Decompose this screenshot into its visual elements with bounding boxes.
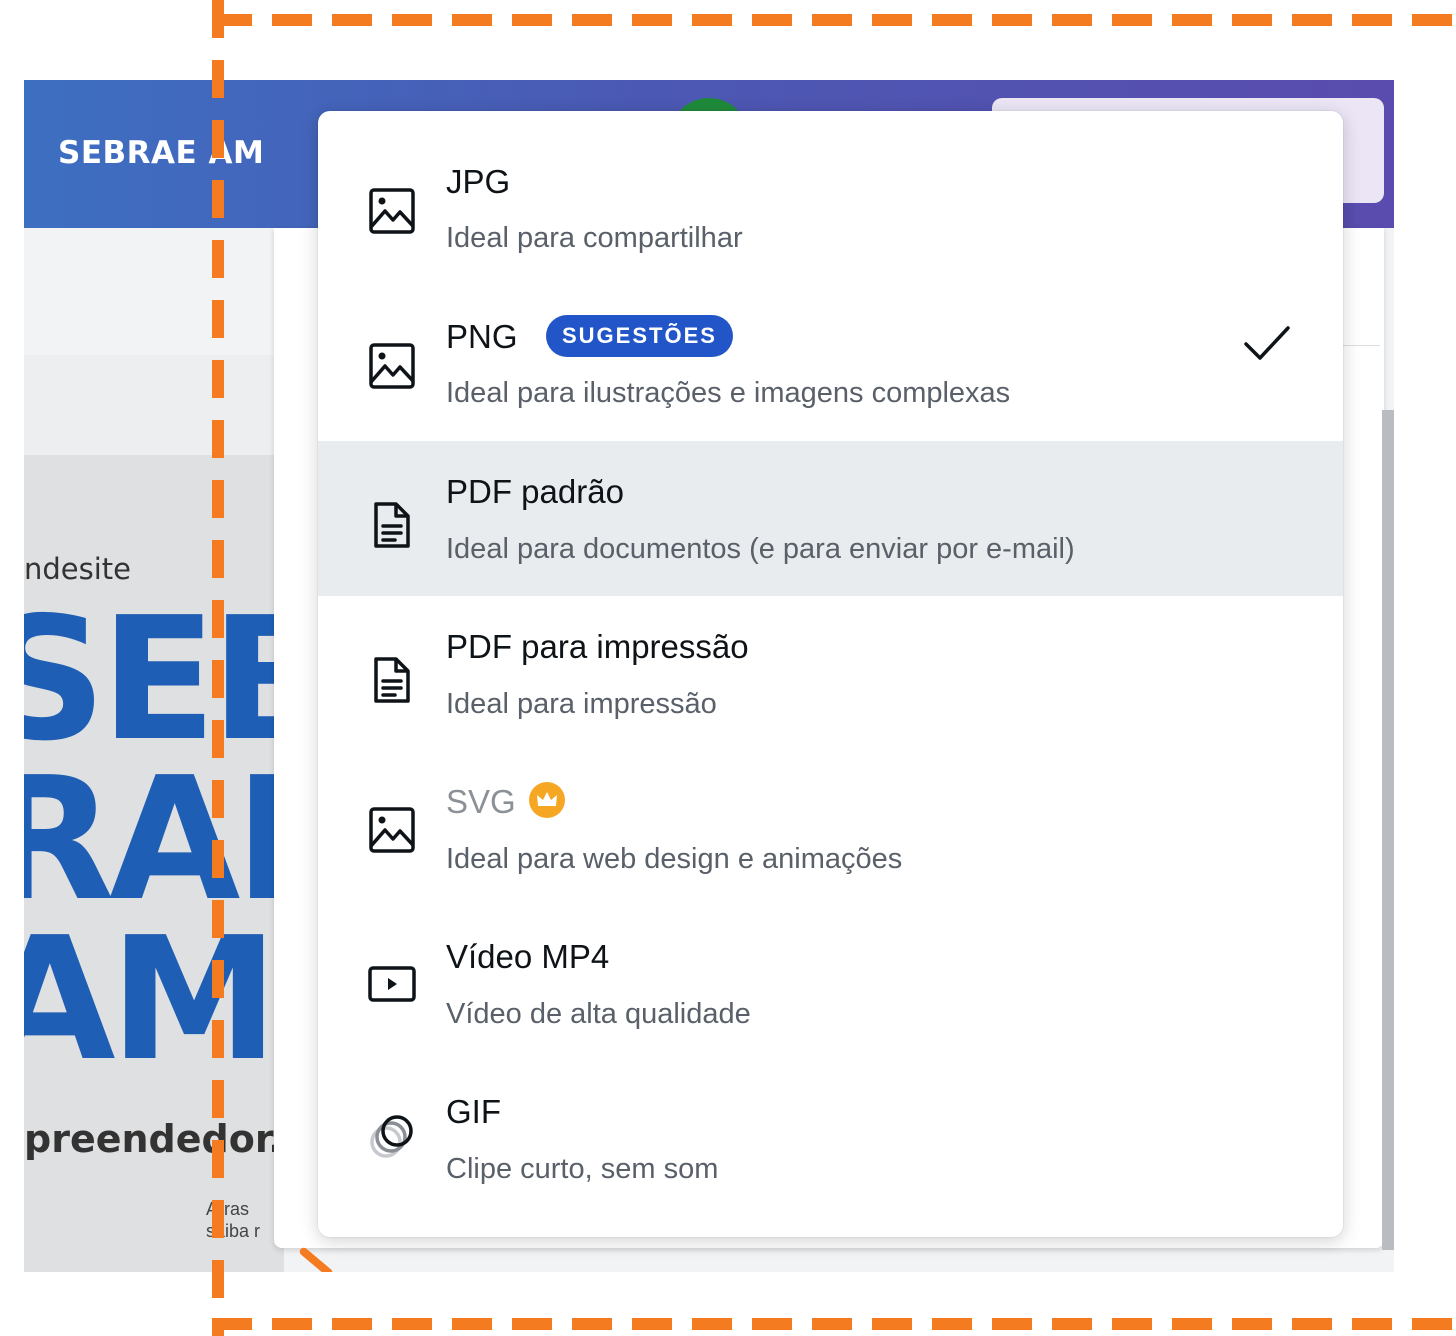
option-description: Ideal para ilustrações e imagens complex… bbox=[446, 377, 1011, 409]
image-icon bbox=[366, 804, 418, 856]
option-title: PDF padrão bbox=[446, 473, 624, 510]
image-icon bbox=[366, 185, 418, 237]
file-type-menu: JPG Ideal para compartilhar PNG SUGESTÕE… bbox=[318, 111, 1343, 1237]
option-description: Clipe curto, sem som bbox=[446, 1153, 719, 1185]
document-icon bbox=[366, 499, 418, 551]
file-type-option-png[interactable]: PNG SUGESTÕES Ideal para ilustrações e i… bbox=[318, 266, 1343, 421]
crown-icon bbox=[529, 782, 565, 818]
video-play-icon bbox=[366, 958, 418, 1010]
option-title: PDF para impressão bbox=[446, 628, 749, 665]
file-type-option-pdf-standard[interactable]: PDF padrão Ideal para documentos (e para… bbox=[318, 441, 1343, 596]
option-title: PNG bbox=[446, 318, 518, 355]
image-icon bbox=[366, 340, 418, 392]
option-title: JPG bbox=[446, 163, 511, 200]
option-description: Ideal para web design e animações bbox=[446, 843, 903, 875]
gif-circles-icon bbox=[366, 1110, 418, 1162]
highlight-border-top bbox=[212, 14, 1456, 26]
file-type-option-jpg[interactable]: JPG Ideal para compartilhar bbox=[318, 111, 1343, 266]
document-icon bbox=[366, 654, 418, 706]
option-description: Ideal para impressão bbox=[446, 688, 717, 720]
option-title: GIF bbox=[446, 1093, 501, 1130]
file-type-option-gif[interactable]: GIF Clipe curto, sem som bbox=[318, 1061, 1343, 1216]
highlight-border-bottom bbox=[212, 1318, 1456, 1330]
canvas-toolbar bbox=[24, 355, 284, 455]
design-big-line: AM bbox=[24, 901, 279, 1099]
checkmark-icon bbox=[1240, 316, 1294, 370]
option-description: Vídeo de alta qualidade bbox=[446, 998, 751, 1030]
option-title: SVG bbox=[446, 783, 516, 820]
option-description: Ideal para documentos (e para enviar por… bbox=[446, 533, 1075, 565]
file-type-option-mp4[interactable]: Vídeo MP4 Vídeo de alta qualidade bbox=[318, 906, 1343, 1061]
design-subtitle: preendedor. bbox=[24, 1117, 283, 1161]
file-type-option-svg[interactable]: SVG Ideal para web design e animações bbox=[318, 751, 1343, 906]
scrollbar[interactable] bbox=[1382, 410, 1394, 1250]
file-type-option-pdf-print[interactable]: PDF para impressão Ideal para impressão bbox=[318, 596, 1343, 751]
option-description: Ideal para compartilhar bbox=[446, 222, 743, 254]
decorative-mark bbox=[298, 1246, 334, 1272]
highlight-border-left bbox=[212, 0, 224, 1336]
suggestion-badge: SUGESTÕES bbox=[546, 315, 733, 357]
brand-name: SEBRAE AM bbox=[58, 135, 265, 171]
option-title: Vídeo MP4 bbox=[446, 938, 610, 975]
